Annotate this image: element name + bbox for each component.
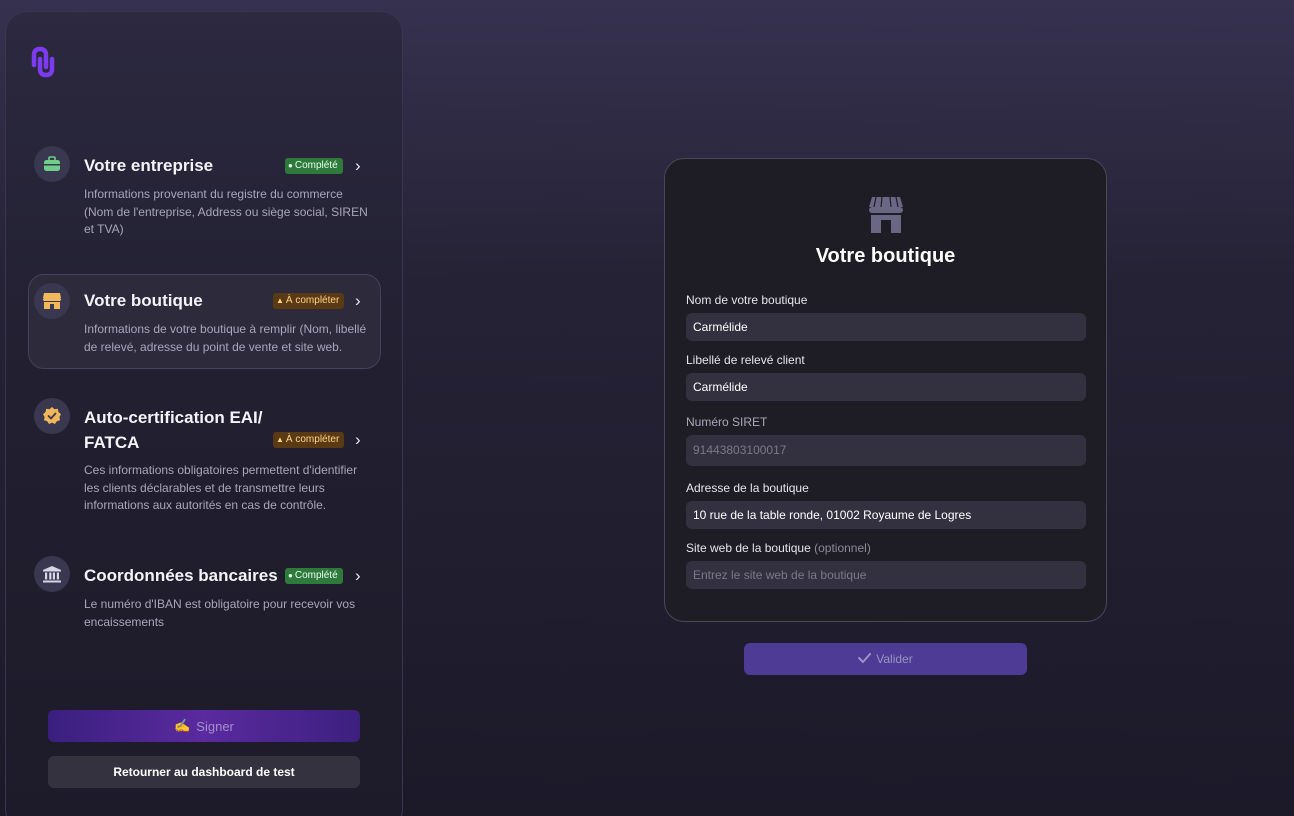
check-circle-icon: ●: [288, 161, 293, 170]
check-circle-icon: ●: [288, 571, 293, 580]
briefcase-icon: [34, 146, 70, 182]
check-icon: [858, 652, 872, 666]
sidebar: Votre entreprise ● Complété › Informatio…: [5, 11, 403, 816]
status-badge-label: À compléter: [285, 295, 340, 306]
sign-button[interactable]: ✍ Signer: [48, 710, 360, 742]
website-label-text: Site web de la boutique: [686, 541, 811, 555]
shop-name-input[interactable]: Carmélide: [686, 313, 1086, 341]
step-votre-boutique[interactable]: Votre boutique ▲ À compléter › Informati…: [28, 274, 381, 369]
statement-label-input[interactable]: Carmélide: [686, 373, 1086, 401]
warning-icon: ▲: [276, 296, 284, 305]
address-input[interactable]: 10 rue de la table ronde, 01002 Royaume …: [686, 501, 1086, 529]
step-votre-entreprise[interactable]: Votre entreprise ● Complété › Informatio…: [28, 146, 381, 246]
step-title: Coordonnées bancaires: [84, 566, 278, 585]
bank-icon: [34, 556, 70, 592]
field-label-website: Site web de la boutique (optionnel): [686, 541, 871, 555]
chevron-right-icon: ›: [355, 156, 361, 175]
step-description: Informations provenant du registre du co…: [84, 187, 368, 236]
status-badge-label: Complété: [294, 570, 338, 581]
field-label-siret: Numéro SIRET: [686, 415, 768, 429]
form-title: Votre boutique: [815, 245, 956, 267]
back-button-label: Retourner au dashboard de test: [113, 765, 295, 779]
step-coordonnees-bancaires[interactable]: Coordonnées bancaires ● Complété › Le nu…: [28, 556, 381, 636]
step-title: Auto-certification EAI/ FATCA: [84, 408, 263, 452]
validate-button[interactable]: Valider: [744, 643, 1027, 675]
step-description: Informations de votre boutique à remplir…: [84, 322, 367, 354]
chevron-right-icon: ›: [355, 430, 361, 449]
shop-icon: [866, 195, 906, 235]
status-badge: ● Complété: [285, 568, 343, 584]
logo-icon: [26, 45, 56, 79]
validate-button-label: Valider: [876, 652, 913, 666]
back-to-dashboard-button[interactable]: Retourner au dashboard de test: [48, 756, 360, 788]
status-badge: ▲ À compléter: [273, 432, 345, 448]
step-title: Votre entreprise: [84, 156, 214, 175]
signature-icon: ✍: [174, 718, 191, 733]
step-description: Ces informations obligatoires permettent…: [84, 463, 358, 512]
field-label-shop-name: Nom de votre boutique: [686, 293, 808, 307]
chevron-right-icon: ›: [355, 566, 361, 585]
warning-icon: ▲: [276, 435, 284, 444]
siret-input: 91443803100017: [686, 435, 1086, 466]
website-input[interactable]: Entrez le site web de la boutique: [686, 561, 1086, 589]
field-label-statement: Libellé de relevé client: [686, 353, 805, 367]
certified-badge-icon: [34, 398, 70, 434]
step-title: Votre boutique: [84, 291, 203, 310]
step-auto-certification[interactable]: Auto-certification EAI/ FATCA ▲ À complé…: [28, 398, 381, 518]
status-badge-label: Complété: [294, 160, 338, 171]
shop-icon: [34, 283, 70, 319]
optional-tag: (optionnel): [814, 541, 871, 555]
field-label-address: Adresse de la boutique: [686, 481, 809, 495]
shop-form-card: Votre boutique Nom de votre boutique Car…: [664, 158, 1107, 622]
sign-button-label: Signer: [196, 718, 234, 734]
status-badge-label: À compléter: [285, 434, 340, 445]
chevron-right-icon: ›: [355, 291, 361, 310]
step-description: Le numéro d'IBAN est obligatoire pour re…: [84, 597, 356, 629]
status-badge: ▲ À compléter: [273, 293, 345, 309]
status-badge: ● Complété: [285, 158, 343, 174]
